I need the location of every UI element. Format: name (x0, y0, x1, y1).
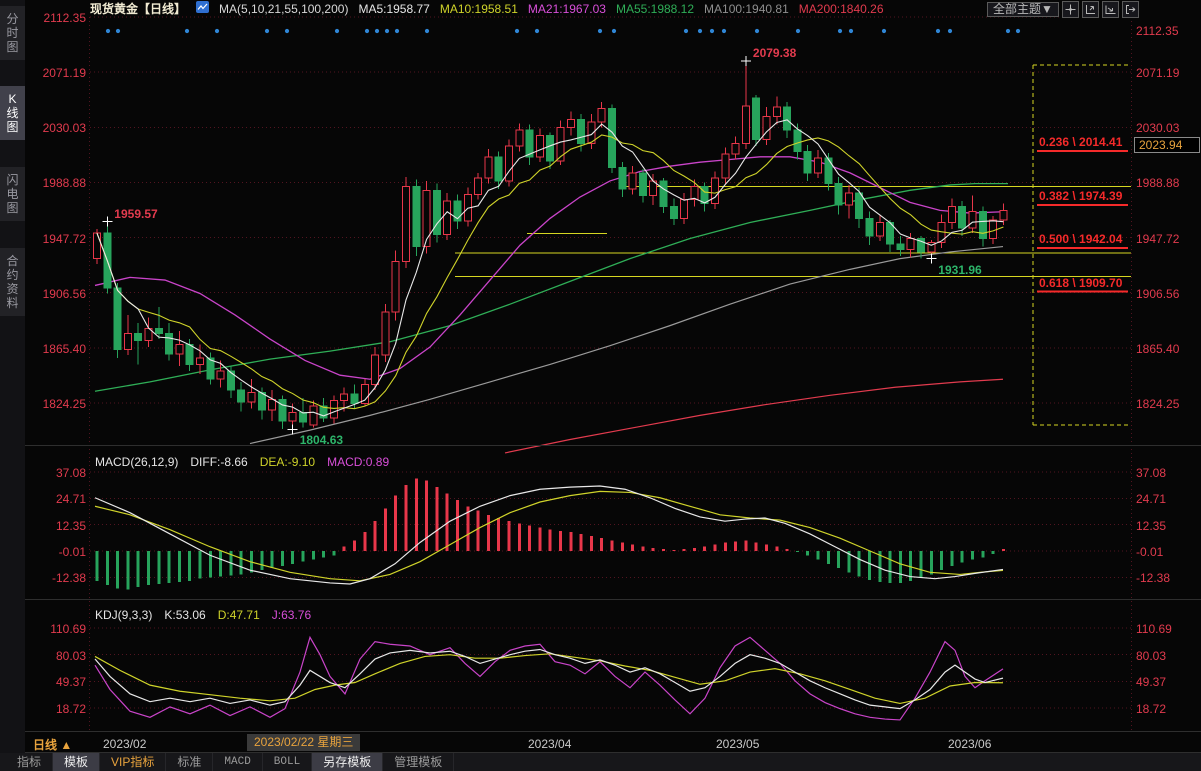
ma-value: MA21:1967.03 (528, 2, 606, 16)
macd-values: DIFF:-8.66 DEA:-9.10 MACD:0.89 (190, 455, 389, 469)
toolbar-tab-MACD[interactable]: MACD (213, 753, 262, 771)
symbol-name: 现货黄金 (90, 2, 138, 16)
sidebar-item-K线图[interactable]: K 线 图 (0, 86, 25, 140)
kline-icon (196, 1, 209, 16)
toolbar-tab-管理模板[interactable]: 管理模板 (383, 753, 454, 771)
toolbar-tab-VIP指标[interactable]: VIP指标 (100, 753, 166, 771)
left-tab-sidebar: 分 时 图 K 线 图闪 电 图合 约 资 料 (0, 0, 25, 771)
indicator-value: DEA:-9.10 (260, 455, 315, 469)
scale-vertical-icon[interactable] (1082, 1, 1099, 18)
indicator-value: D:47.71 (218, 608, 260, 622)
ma-value: MA5:1958.77 (358, 2, 429, 16)
indicator-value: DIFF:-8.66 (190, 455, 247, 469)
macd-header: MACD(26,12,9) DIFF:-8.66 DEA:-9.10 MACD:0.… (95, 455, 389, 469)
toolbar-tab-指标[interactable]: 指标 (6, 753, 53, 771)
exit-pane-icon[interactable] (1122, 1, 1139, 18)
ma-settings-label: MA(5,10,21,55,100,200) (219, 2, 348, 16)
ma-value: MA55:1988.12 (616, 2, 694, 16)
symbol-and-period: 现货黄金【日线】 (90, 0, 186, 17)
indicator-value: K:53.06 (164, 608, 205, 622)
chart-canvas[interactable] (0, 0, 1201, 771)
macd-title: MACD(26,12,9) (95, 455, 178, 469)
sidebar-item-分时图[interactable]: 分 时 图 (0, 6, 25, 60)
ma-value: MA200:1840.26 (799, 2, 884, 16)
selected-date-box: 2023/02/22 星期三 (247, 734, 360, 751)
toolbar-tab-另存模板[interactable]: 另存模板 (312, 753, 383, 771)
indicator-value: J:63.76 (272, 608, 311, 622)
trading-app-window: 分 时 图 K 线 图闪 电 图合 约 资 料 现货黄金【日线】 MA(5,10,… (0, 0, 1201, 771)
time-axis-bar: 日线 ▲ 2023/02/22 星期三 (0, 733, 1201, 752)
toolbar-tab-标准[interactable]: 标准 (166, 753, 213, 771)
chart-header: 现货黄金【日线】 MA(5,10,21,55,100,200) MA5:1958… (90, 1, 894, 16)
kdj-title: KDJ(9,3,3) (95, 608, 152, 622)
crosshair-icon[interactable] (1062, 1, 1079, 18)
header-toolbar: 全部主题▼ (987, 1, 1139, 18)
toolbar-tab-BOLL[interactable]: BOLL (263, 753, 312, 771)
scale-horizontal-icon[interactable] (1102, 1, 1119, 18)
bottom-toolbar: 指标模板VIP指标标准MACDBOLL另存模板管理模板 (0, 753, 1201, 771)
ma-legend: MA5:1958.77 MA10:1958.51 MA21:1967.03 MA55:… (358, 2, 893, 16)
chart-svg (0, 0, 1201, 771)
period-selector[interactable]: 日线 ▲ (33, 736, 72, 753)
toolbar-tab-模板[interactable]: 模板 (53, 753, 100, 771)
period-tag: 【日线】 (138, 2, 186, 16)
ma-value: MA100:1940.81 (704, 2, 789, 16)
ma-value: MA10:1958.51 (440, 2, 518, 16)
indicator-value: MACD:0.89 (327, 455, 389, 469)
kdj-values: K:53.06 D:47.71 J:63.76 (164, 608, 311, 622)
sidebar-item-合约资料[interactable]: 合 约 资 料 (0, 248, 25, 316)
kdj-header: KDJ(9,3,3) K:53.06 D:47.71 J:63.76 (95, 608, 311, 622)
sidebar-item-闪电图[interactable]: 闪 电 图 (0, 167, 25, 221)
theme-dropdown-button[interactable]: 全部主题▼ (987, 2, 1059, 17)
